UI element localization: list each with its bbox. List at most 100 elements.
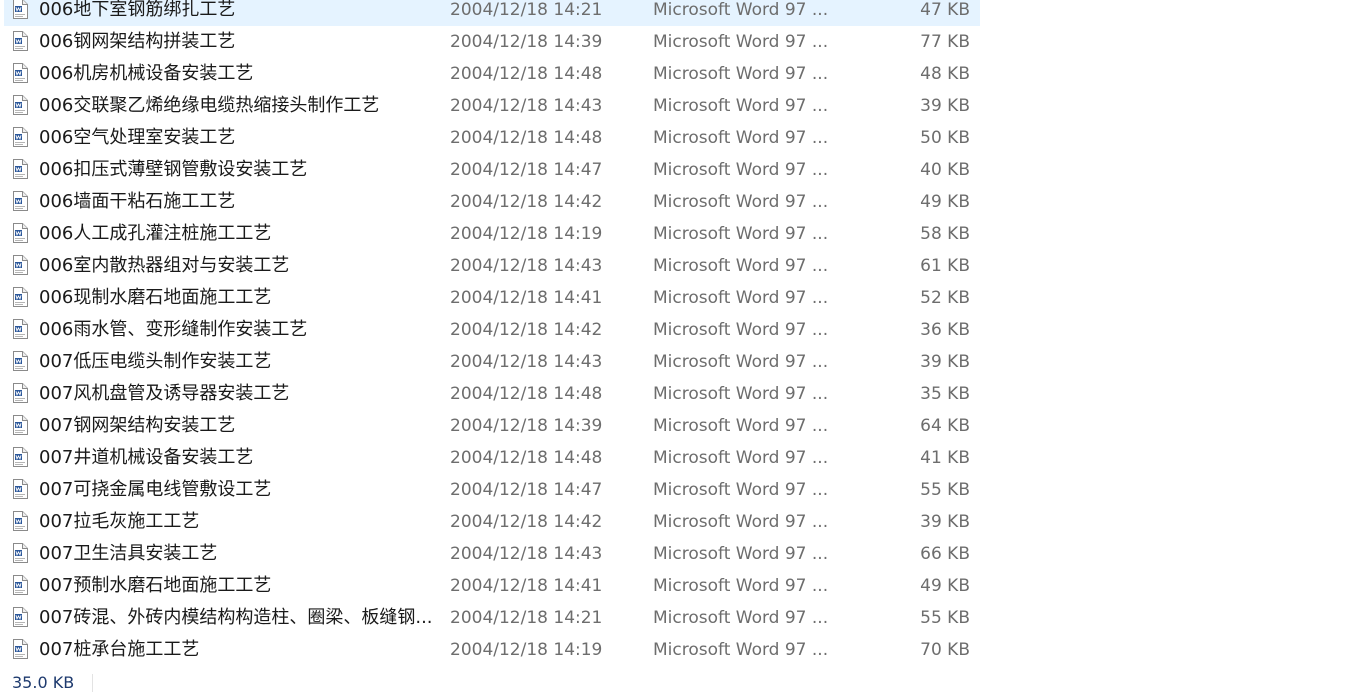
file-type: Microsoft Word 97 ...	[653, 384, 829, 404]
file-name: 007砖混、外砖内模结构构造柱、圈梁、板缝钢...	[39, 607, 433, 628]
file-row[interactable]: 006墙面干粘石施工工艺 2004/12/18 14:42 Microsoft Wo…	[4, 186, 980, 218]
word-document-icon	[12, 0, 28, 19]
file-row[interactable]: 007卫生洁具安装工艺 2004/12/18 14:43 Microsoft Wor…	[4, 538, 980, 570]
word-document-icon	[12, 159, 28, 179]
file-row[interactable]: 006钢网架结构拼装工艺 2004/12/18 14:39 Microsoft Wo…	[4, 26, 980, 58]
file-row[interactable]: 007井道机械设备安装工艺 2004/12/18 14:48 Microsoft W…	[4, 442, 980, 474]
word-document-icon	[12, 415, 28, 435]
file-type: Microsoft Word 97 ...	[653, 512, 829, 532]
file-row[interactable]: 007桩承台施工工艺 2004/12/18 14:19 Microsoft Word…	[4, 634, 980, 666]
word-document-icon	[12, 287, 28, 307]
file-name: 007拉毛灰施工工艺	[39, 511, 200, 532]
file-type: Microsoft Word 97 ...	[653, 544, 829, 564]
file-name: 007桩承台施工工艺	[39, 639, 200, 660]
file-date-modified: 2004/12/18 14:39	[450, 32, 603, 52]
file-name: 006钢网架结构拼装工艺	[39, 31, 236, 52]
word-document-icon	[12, 223, 28, 243]
file-row[interactable]: 007低压电缆头制作安装工艺 2004/12/18 14:43 Microsoft …	[4, 346, 980, 378]
file-type: Microsoft Word 97 ...	[653, 160, 829, 180]
word-document-icon	[12, 63, 28, 83]
file-row[interactable]: 007可挠金属电线管敷设工艺 2004/12/18 14:47 Microsoft …	[4, 474, 980, 506]
file-row[interactable]: 006雨水管、变形缝制作安装工艺 2004/12/18 14:42 Microsof…	[4, 314, 980, 346]
file-name: 006地下室钢筋绑扎工艺	[39, 0, 236, 20]
file-date-modified: 2004/12/18 14:43	[450, 256, 603, 276]
file-row[interactable]: 006机房机械设备安装工艺 2004/12/18 14:48 Microsoft W…	[4, 58, 980, 90]
file-name: 006室内散热器组对与安装工艺	[39, 255, 290, 276]
file-name: 006雨水管、变形缝制作安装工艺	[39, 319, 308, 340]
file-type: Microsoft Word 97 ...	[653, 480, 829, 500]
file-type: Microsoft Word 97 ...	[653, 320, 829, 340]
file-type: Microsoft Word 97 ...	[653, 32, 829, 52]
word-document-icon	[12, 95, 28, 115]
file-size: 55 KB	[920, 480, 970, 500]
file-size: 39 KB	[920, 512, 970, 532]
file-row[interactable]: 007钢网架结构安装工艺 2004/12/18 14:39 Microsoft Wo…	[4, 410, 980, 442]
word-document-icon	[12, 383, 28, 403]
file-name: 006空气处理室安装工艺	[39, 127, 236, 148]
file-date-modified: 2004/12/18 14:48	[450, 384, 603, 404]
file-date-modified: 2004/12/18 14:48	[450, 128, 603, 148]
file-row[interactable]: 006交联聚乙烯绝缘电缆热缩接头制作工艺 2004/12/18 14:43 Micr…	[4, 90, 980, 122]
file-row[interactable]: 007砖混、外砖内模结构构造柱、圈梁、板缝钢... 2004/12/18 14:2…	[4, 602, 980, 634]
file-type: Microsoft Word 97 ...	[653, 64, 829, 84]
file-date-modified: 2004/12/18 14:43	[450, 96, 603, 116]
file-name: 007预制水磨石地面施工工艺	[39, 575, 272, 596]
word-document-icon	[12, 127, 28, 147]
file-date-modified: 2004/12/18 14:48	[450, 64, 603, 84]
file-list[interactable]: 006地下室钢筋绑扎工艺 2004/12/18 14:21 Microsoft Wo…	[0, 0, 980, 666]
file-row[interactable]: 007风机盘管及诱导器安装工艺 2004/12/18 14:48 Microsoft…	[4, 378, 980, 410]
word-document-icon	[12, 447, 28, 467]
word-document-icon	[12, 511, 28, 531]
file-name: 006机房机械设备安装工艺	[39, 63, 254, 84]
file-size: 49 KB	[920, 192, 970, 212]
file-name: 006交联聚乙烯绝缘电缆热缩接头制作工艺	[39, 95, 380, 116]
file-row[interactable]: 007拉毛灰施工工艺 2004/12/18 14:42 Microsoft Word…	[4, 506, 980, 538]
file-size: 41 KB	[920, 448, 970, 468]
file-name: 006扣压式薄壁钢管敷设安装工艺	[39, 159, 308, 180]
file-type: Microsoft Word 97 ...	[653, 640, 829, 660]
file-size: 35 KB	[920, 384, 970, 404]
file-size: 47 KB	[920, 0, 970, 20]
file-type: Microsoft Word 97 ...	[653, 224, 829, 244]
file-row[interactable]: 007预制水磨石地面施工工艺 2004/12/18 14:41 Microsoft …	[4, 570, 980, 602]
file-date-modified: 2004/12/18 14:21	[450, 608, 603, 628]
file-name: 007钢网架结构安装工艺	[39, 415, 236, 436]
word-document-icon	[12, 191, 28, 211]
file-type: Microsoft Word 97 ...	[653, 576, 829, 596]
file-type: Microsoft Word 97 ...	[653, 416, 829, 436]
file-name: 006现制水磨石地面施工工艺	[39, 287, 272, 308]
file-type: Microsoft Word 97 ...	[653, 96, 829, 116]
file-type: Microsoft Word 97 ...	[653, 0, 829, 20]
file-date-modified: 2004/12/18 14:21	[450, 0, 603, 20]
file-size: 39 KB	[920, 96, 970, 116]
file-name: 007井道机械设备安装工艺	[39, 447, 254, 468]
file-type: Microsoft Word 97 ...	[653, 128, 829, 148]
file-date-modified: 2004/12/18 14:43	[450, 352, 603, 372]
file-size: 52 KB	[920, 288, 970, 308]
file-type: Microsoft Word 97 ...	[653, 256, 829, 276]
file-date-modified: 2004/12/18 14:42	[450, 192, 603, 212]
word-document-icon	[12, 351, 28, 371]
word-document-icon	[12, 31, 28, 51]
word-document-icon	[12, 319, 28, 339]
word-document-icon	[12, 255, 28, 275]
file-name: 007风机盘管及诱导器安装工艺	[39, 383, 290, 404]
file-size: 40 KB	[920, 160, 970, 180]
file-row[interactable]: 006地下室钢筋绑扎工艺 2004/12/18 14:21 Microsoft Wo…	[4, 0, 980, 26]
file-row[interactable]: 006人工成孔灌注桩施工工艺 2004/12/18 14:19 Microsoft …	[4, 218, 980, 250]
word-document-icon	[12, 607, 28, 627]
file-row[interactable]: 006现制水磨石地面施工工艺 2004/12/18 14:41 Microsoft …	[4, 282, 980, 314]
file-name: 006人工成孔灌注桩施工工艺	[39, 223, 272, 244]
file-date-modified: 2004/12/18 14:41	[450, 288, 603, 308]
file-size: 49 KB	[920, 576, 970, 596]
file-type: Microsoft Word 97 ...	[653, 288, 829, 308]
file-row[interactable]: 006扣压式薄壁钢管敷设安装工艺 2004/12/18 14:47 Microsof…	[4, 154, 980, 186]
file-date-modified: 2004/12/18 14:42	[450, 320, 603, 340]
file-name: 007卫生洁具安装工艺	[39, 543, 218, 564]
file-size: 39 KB	[920, 352, 970, 372]
word-document-icon	[12, 575, 28, 595]
file-row[interactable]: 006空气处理室安装工艺 2004/12/18 14:48 Microsoft Wo…	[4, 122, 980, 154]
file-date-modified: 2004/12/18 14:43	[450, 544, 603, 564]
file-row[interactable]: 006室内散热器组对与安装工艺 2004/12/18 14:43 Microsoft…	[4, 250, 980, 282]
word-document-icon	[12, 543, 28, 563]
